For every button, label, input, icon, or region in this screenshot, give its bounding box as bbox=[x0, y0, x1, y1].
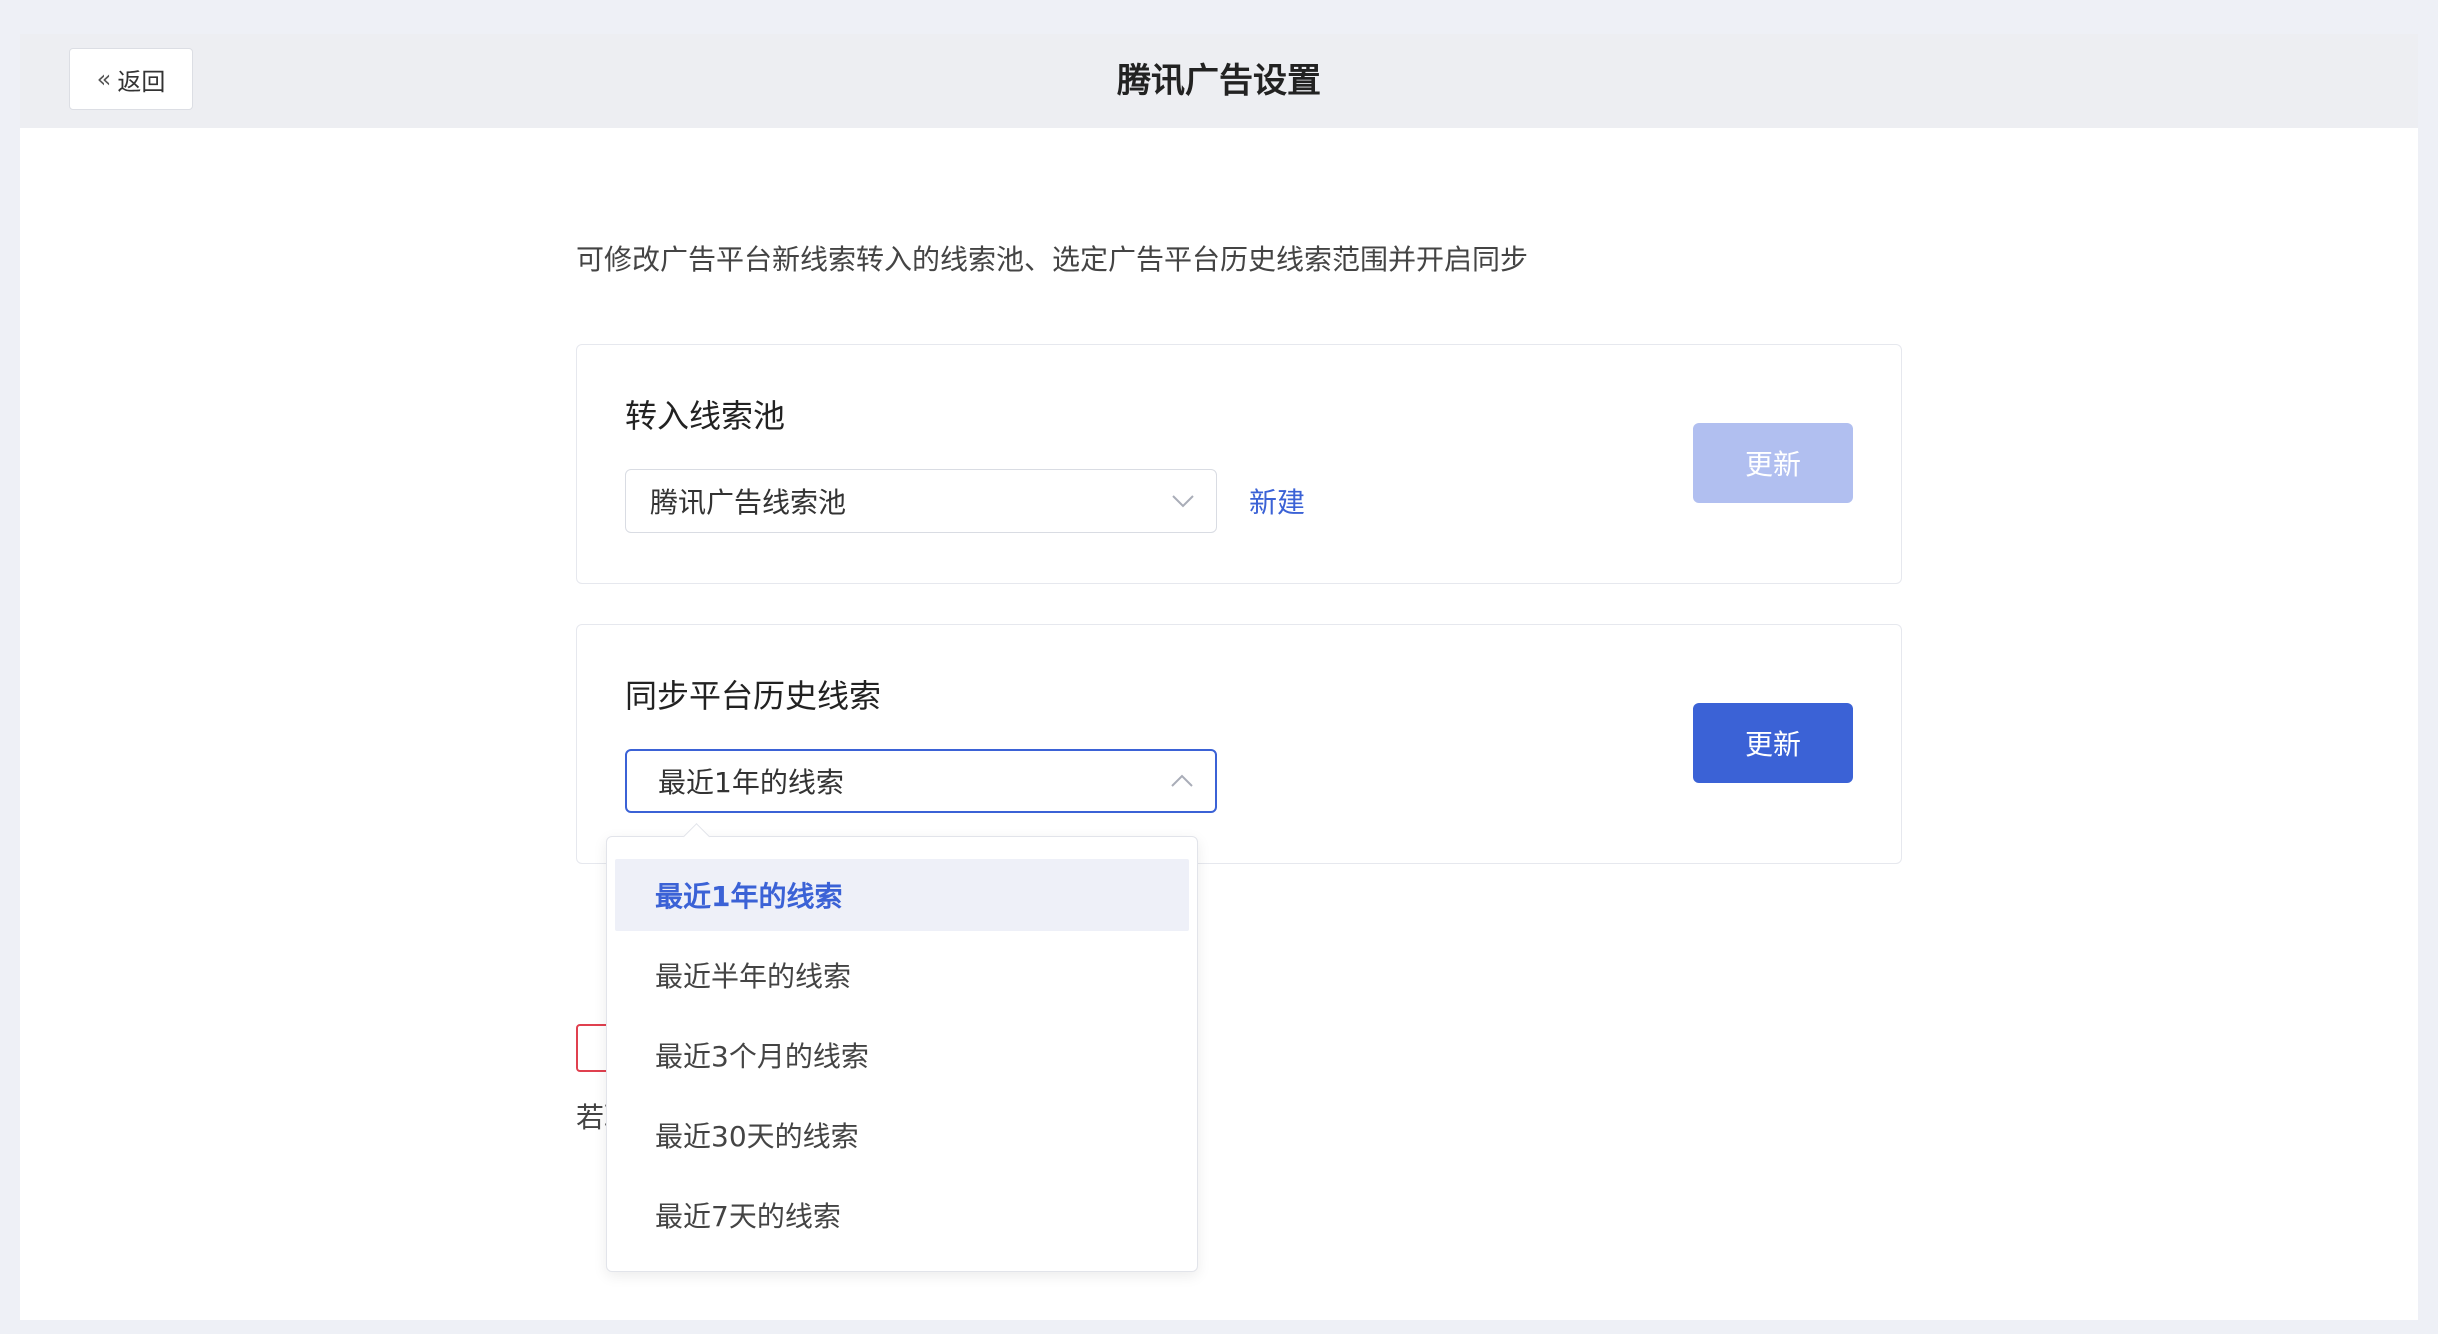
new-pool-link[interactable]: 新建 bbox=[1249, 481, 1305, 521]
pool-select-value: 腾讯广告线索池 bbox=[650, 486, 847, 519]
main-content: 可修改广告平台新线索转入的线索池、选定广告平台历史线索范围并开启同步 转入线索池… bbox=[20, 128, 2418, 1320]
history-range-dropdown: 最近1年的线索 最近半年的线索 最近3个月的线索 最近30天的线索 最近7天的线… bbox=[606, 823, 1198, 1272]
chevron-up-icon bbox=[1171, 774, 1193, 787]
page-title: 腾讯广告设置 bbox=[1117, 61, 1321, 101]
history-range-select[interactable]: 最近1年的线索 bbox=[625, 749, 1217, 813]
pool-select[interactable]: 腾讯广告线索池 bbox=[625, 469, 1217, 533]
pool-card-title: 转入线索池 bbox=[625, 397, 786, 435]
dropdown-option-1-year[interactable]: 最近1年的线索 bbox=[615, 859, 1189, 931]
header-bar: « 返回 腾讯广告设置 bbox=[20, 34, 2418, 128]
page-description: 可修改广告平台新线索转入的线索池、选定广告平台历史线索范围并开启同步 bbox=[576, 243, 1529, 276]
chevron-down-icon bbox=[1172, 495, 1194, 508]
dropdown-option-3-months[interactable]: 最近3个月的线索 bbox=[615, 1019, 1189, 1091]
history-card-title: 同步平台历史线索 bbox=[625, 677, 882, 715]
history-update-button[interactable]: 更新 bbox=[1693, 703, 1853, 783]
history-select-value: 最近1年的线索 bbox=[658, 766, 844, 799]
dropdown-option-30-days[interactable]: 最近30天的线索 bbox=[615, 1099, 1189, 1171]
pool-update-button[interactable]: 更新 bbox=[1693, 423, 1853, 503]
dropdown-option-7-days[interactable]: 最近7天的线索 bbox=[615, 1179, 1189, 1251]
dropdown-option-half-year[interactable]: 最近半年的线索 bbox=[615, 939, 1189, 1011]
pool-card: 转入线索池 腾讯广告线索池 新建 更新 bbox=[576, 344, 1902, 584]
history-card: 同步平台历史线索 最近1年的线索 更新 bbox=[576, 624, 1902, 864]
